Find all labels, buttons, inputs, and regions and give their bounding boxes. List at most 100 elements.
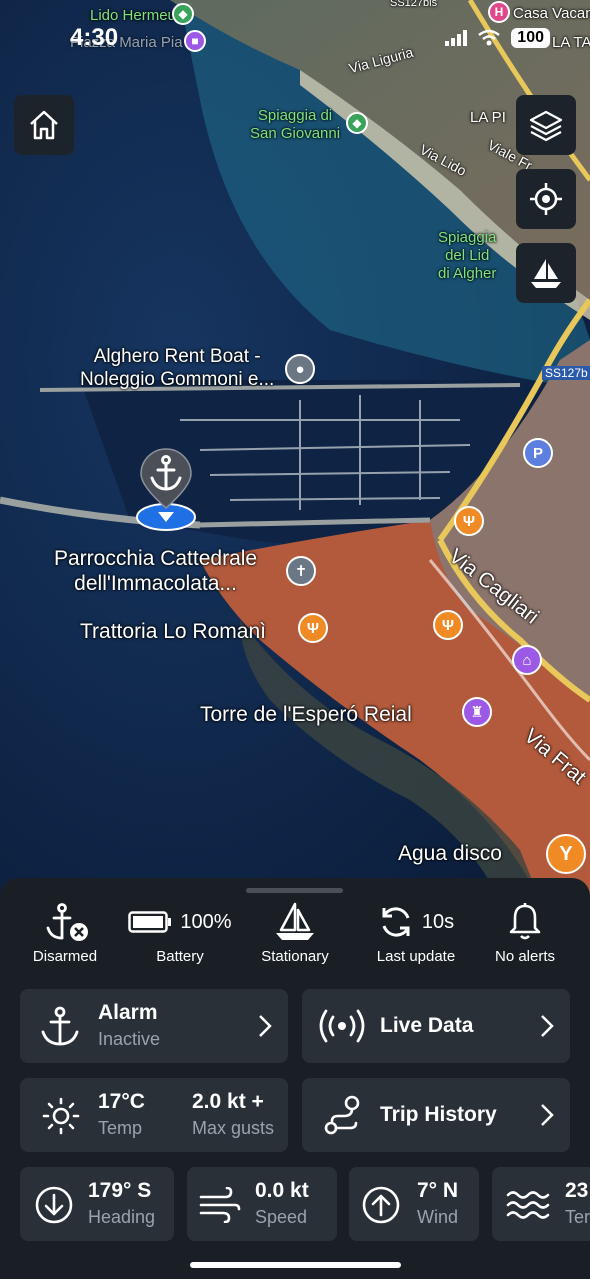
layers-icon [529,110,563,142]
live-data-title: Live Data [380,1014,474,1037]
alarm-card[interactable]: Alarm Inactive [20,989,288,1063]
home-button[interactable] [14,95,74,155]
water-temp-label: Ter [565,1207,590,1227]
trip-history-card[interactable]: Trip History [302,1078,570,1152]
battery-icon [128,911,172,933]
heading-label: Heading [88,1207,156,1227]
tower-icon[interactable]: ♜ [462,697,492,727]
speed-value: 0.0 kt [255,1179,309,1202]
anchor-pin-icon [136,448,196,531]
cocktail-bar-icon[interactable]: Y [546,834,586,874]
parking-text: P [532,444,543,462]
alghero-rent-boat-text: Alghero Rent Boat - Noleggio Gommoni e..… [80,346,275,390]
speed-card[interactable]: 0.0 kt Speed [187,1167,337,1241]
anchor-icon [41,1006,79,1046]
status-disarmed-label: Disarmed [32,948,98,965]
temp-value: 17°C [98,1090,145,1113]
map-label-spiaggia-lido: Spiaggia del Lid di Algher [438,229,496,283]
temp-label: Temp [98,1118,143,1138]
map-label-spiaggia-san-giovanni: Spiaggia di San Giovanni [250,107,340,143]
water-temp-value: 23 [565,1179,589,1202]
museum-icon[interactable]: ⌂ [512,645,542,675]
spiaggia-san-giovanni-text: Spiaggia di San Giovanni [250,107,341,142]
boat-location-pin[interactable] [136,446,196,531]
signal-icon [445,30,468,46]
boat-center-button[interactable] [516,243,576,303]
waves-icon [506,1191,550,1219]
parking-icon[interactable]: P [523,438,553,468]
wifi-icon [478,29,501,46]
arrow-down-circle-icon [35,1186,73,1224]
status-stationary[interactable]: Stationary [250,902,340,965]
alarm-title: Alarm [98,1001,158,1024]
map-label-ss127b: SS127b [542,366,590,380]
wind-card[interactable]: 7° N Wind [349,1167,479,1241]
sailboat-icon [531,259,561,288]
wind-value: 7° N [417,1179,459,1202]
status-last-update-label: Last update [376,948,456,965]
anchor-x-icon [46,903,88,941]
home-icon [30,110,58,140]
map-label-ss127bis: SS127bis [390,0,438,9]
speed-label: Speed [255,1207,308,1227]
pin-poi-icon[interactable]: ● [285,354,315,384]
map-label-parrocchia: Parrocchia Cattedrale dell'Immacolata... [54,546,257,596]
wind-icon [199,1187,241,1223]
status-row: Disarmed 100% Battery Stationary 10s Las… [0,902,590,972]
sailboat-icon [276,902,314,940]
bell-icon [509,903,541,940]
status-icons: 100 [445,28,550,48]
sheet-drag-handle[interactable] [246,888,343,893]
heading-card[interactable]: 179° S Heading [20,1167,174,1241]
sun-icon [42,1097,80,1135]
weather-card[interactable]: 17°C Temp 2.0 kt + Max gusts [20,1078,288,1152]
home-indicator[interactable] [190,1262,401,1268]
map-label-agua-disco: Agua disco [398,842,502,865]
hotel-poi-icon[interactable]: H [488,1,510,23]
locate-button[interactable] [516,169,576,229]
map-label-trattoria: Trattoria Lo Romanì [80,620,266,643]
map-label-alghero-rent-boat: Alghero Rent Boat - Noleggio Gommoni e..… [80,346,274,392]
status-time: 4:30 [70,24,119,51]
water-temp-card[interactable]: 23 Ter [492,1167,590,1241]
status-alerts-label: No alerts [494,948,556,965]
alarm-subtitle: Inactive [98,1029,161,1049]
status-bar: 4:30 100 [0,22,590,58]
status-battery[interactable]: 100% Battery [124,902,236,965]
gusts-value: 2.0 kt + [192,1090,264,1113]
status-alerts[interactable]: No alerts [480,902,570,965]
restaurant-poi-icon[interactable]: Ψ [454,506,484,536]
bottom-sheet[interactable]: Disarmed 100% Battery Stationary 10s Las… [0,878,590,1279]
live-data-card[interactable]: Live Data [302,989,570,1063]
restaurant-poi-icon[interactable]: Ψ [298,613,328,643]
status-battery: 100 [511,28,550,48]
spiaggia-lido-text: Spiaggia del Lid di Algher [438,229,497,282]
heading-value: 179° S [88,1179,152,1202]
church-icon[interactable]: ✝ [286,556,316,586]
broadcast-icon [319,1009,365,1043]
parrocchia-text: Parrocchia Cattedrale dell'Immacolata... [54,547,258,596]
status-stationary-label: Stationary [261,948,329,965]
arrow-up-circle-icon [362,1186,400,1224]
refresh-icon [382,907,410,937]
restaurant-poi-icon[interactable]: Ψ [433,610,463,640]
last-update-value: 10s [421,910,455,933]
satellite-map[interactable]: Lido Hermeu ◆ Piazza Maria Pia ■ Casa Va… [0,0,590,900]
layers-button[interactable] [516,95,576,155]
chevron-right-icon [541,1015,554,1037]
map-label-torre: Torre de l'Esperó Reial [200,703,412,726]
crosshair-icon [530,183,562,215]
chevron-right-icon [541,1104,554,1126]
map-label-la-pi: LA PI [470,109,506,126]
chevron-right-icon [259,1015,272,1037]
route-icon [324,1095,360,1135]
battery-value: 100% [180,910,232,933]
trip-history-title: Trip History [380,1103,497,1126]
status-battery-label: Battery [156,948,204,965]
status-disarmed[interactable]: Disarmed [20,902,110,965]
status-last-update[interactable]: 10s Last update [366,902,466,965]
gusts-label: Max gusts [192,1118,275,1138]
map-label-casa-vacanze: Casa Vacanz [513,5,590,22]
beach-poi-icon[interactable]: ◆ [346,112,368,134]
wind-label: Wind [417,1207,459,1227]
